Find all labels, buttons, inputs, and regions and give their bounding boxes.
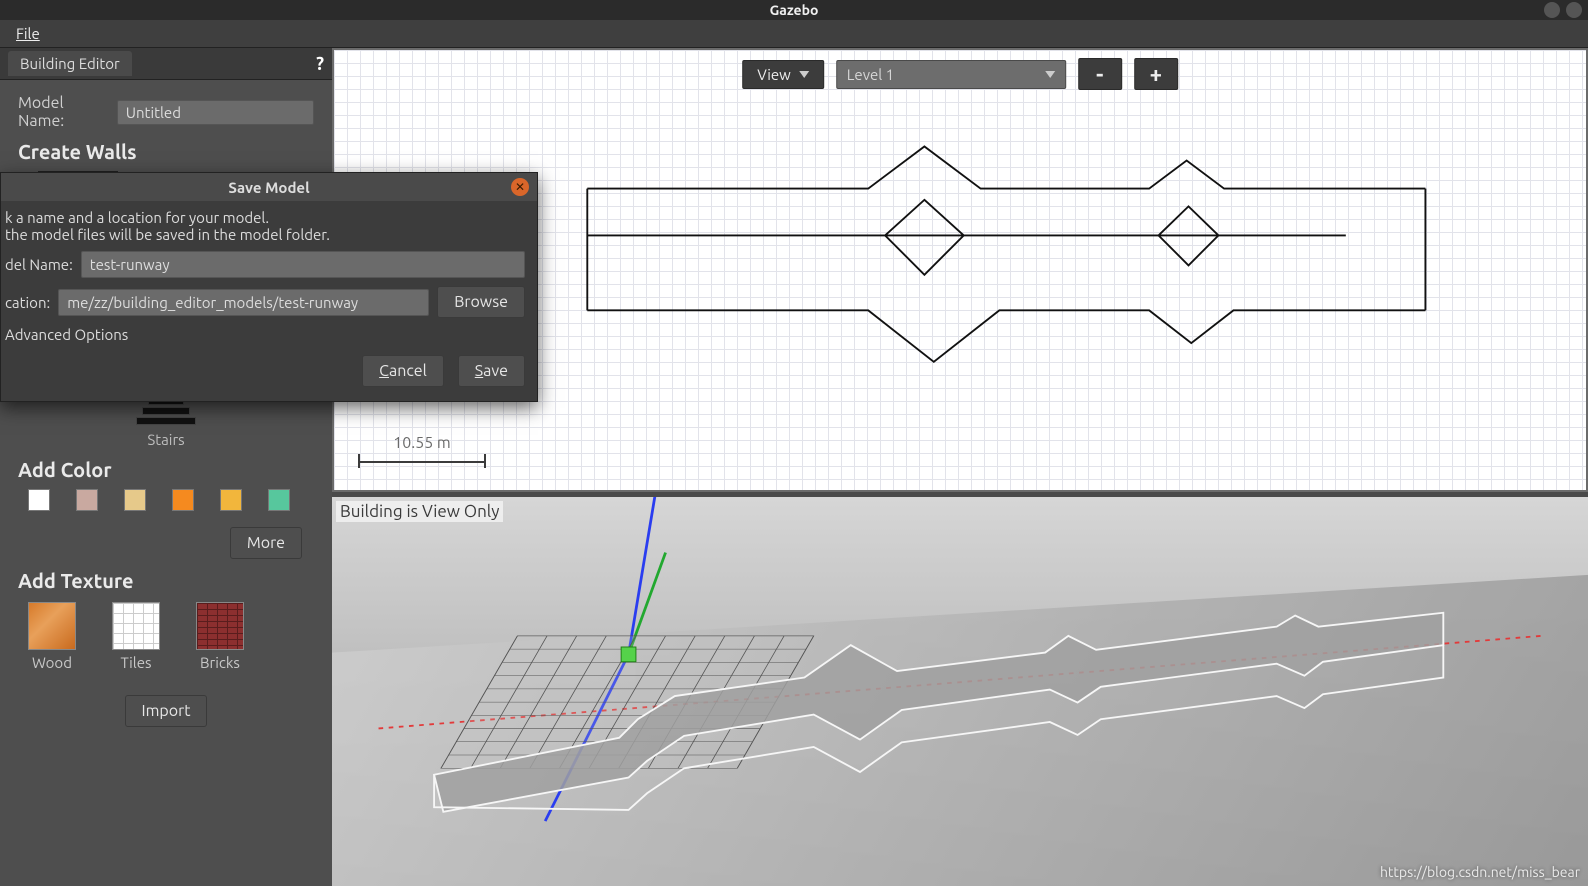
dialog-location-label: cation: (5, 294, 50, 311)
texture-thumb-wood (28, 602, 76, 650)
close-icon[interactable]: ✕ (511, 178, 529, 196)
texture-tiles[interactable]: Tiles (112, 602, 160, 671)
import-button[interactable]: Import (125, 695, 208, 727)
menu-file[interactable]: File (10, 23, 46, 44)
texture-thumb-tiles (112, 602, 160, 650)
section-add-texture: Add Texture (18, 569, 314, 592)
window-title: Gazebo (770, 2, 819, 18)
color-swatch-0[interactable] (28, 489, 50, 511)
origin-marker (621, 647, 636, 662)
color-swatch-4[interactable] (220, 489, 242, 511)
texture-label-bricks: Bricks (196, 654, 244, 671)
cancel-button[interactable]: Cancel (362, 355, 444, 387)
dialog-title: Save Model (228, 179, 309, 196)
texture-thumb-bricks (196, 602, 244, 650)
save-model-dialog: Save Model ✕ k a name and a location for… (0, 172, 538, 402)
view3d-scene (332, 497, 1588, 886)
color-swatch-5[interactable] (268, 489, 290, 511)
texture-bricks[interactable]: Bricks (196, 602, 244, 671)
advanced-options-toggle[interactable]: Advanced Options (5, 326, 525, 343)
help-icon[interactable]: ? (316, 54, 324, 74)
dialog-location-input[interactable] (58, 289, 429, 316)
dialog-info-line1: k a name and a location for your model. (5, 209, 525, 226)
tab-building-editor[interactable]: Building Editor (8, 51, 132, 76)
window-buttons (1544, 2, 1582, 18)
texture-label-tiles: Tiles (112, 654, 160, 671)
dialog-model-name-input[interactable] (81, 251, 525, 278)
color-swatch-3[interactable] (172, 489, 194, 511)
scale-indicator: 10.55 m (358, 434, 486, 470)
maximize-icon[interactable] (1566, 2, 1582, 18)
color-swatch-1[interactable] (76, 489, 98, 511)
section-add-color: Add Color (18, 458, 314, 481)
minimize-icon[interactable] (1544, 2, 1560, 18)
save-button[interactable]: Save (458, 355, 525, 387)
dialog-model-name-label: del Name: (5, 256, 73, 273)
section-create-walls: Create Walls (18, 140, 314, 163)
dialog-info-line2: the model files will be saved in the mod… (5, 226, 525, 243)
view3d-canvas[interactable]: Building is View Only (332, 497, 1588, 886)
more-colors-button[interactable]: More (230, 527, 302, 559)
texture-label-wood: Wood (28, 654, 76, 671)
model-name-label: Model Name: (18, 94, 107, 130)
watermark-text: https://blog.csdn.net/miss_bear (1380, 864, 1580, 880)
browse-button[interactable]: Browse (437, 286, 525, 318)
stairs-caption: Stairs (18, 431, 314, 448)
model-name-input[interactable] (117, 100, 314, 125)
color-swatch-2[interactable] (124, 489, 146, 511)
axis-z (629, 497, 657, 654)
menubar: File (0, 20, 1588, 48)
texture-wood[interactable]: Wood (28, 602, 76, 671)
window-titlebar: Gazebo (0, 0, 1588, 20)
